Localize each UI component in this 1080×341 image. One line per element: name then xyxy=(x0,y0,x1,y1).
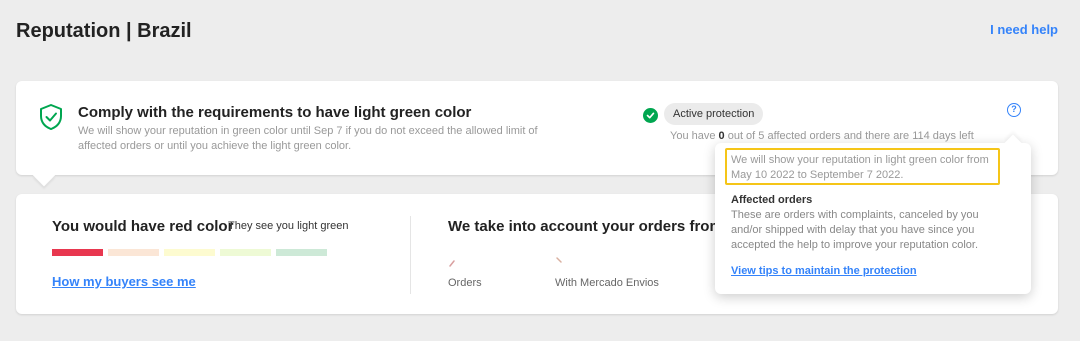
protection-status-badge: Active protection xyxy=(664,103,764,125)
affected-orders-summary: You have 0 out of 5 affected orders and … xyxy=(670,130,974,142)
buyers-view-link[interactable]: How my buyers see me xyxy=(52,274,196,289)
check-icon xyxy=(643,108,658,123)
protection-tooltip: We will show your reputation in light gr… xyxy=(715,134,1031,294)
help-link[interactable]: I need help xyxy=(990,22,1058,37)
shield-check-icon xyxy=(40,104,62,130)
thermometer-segment-green xyxy=(276,249,327,256)
orders-suffix: out of 5 affected orders and there are 1… xyxy=(724,130,974,142)
mercado-envios-stat-label: With Mercado Envios xyxy=(555,277,659,289)
thermometer-segment-light-green xyxy=(220,249,271,256)
reputation-color-title: You would have red color xyxy=(52,218,234,235)
orders-stat-label: Orders xyxy=(448,277,482,289)
tooltip-description: These are orders with complaints, cancel… xyxy=(731,209,979,251)
loading-spark-icon xyxy=(449,260,455,267)
buyer-view-subtitle: They see you light green xyxy=(228,220,349,232)
orders-period-title: We take into account your orders from th xyxy=(448,218,742,235)
loading-spark-icon xyxy=(556,257,562,263)
question-icon[interactable]: ? xyxy=(1007,103,1021,117)
reputation-thermometer xyxy=(52,249,327,256)
comply-description: We will show your reputation in green co… xyxy=(78,125,538,152)
tooltip-highlighted-period: We will show your reputation in light gr… xyxy=(725,148,1000,185)
page-title: Reputation | Brazil xyxy=(16,20,192,42)
maintain-protection-tips-link[interactable]: View tips to maintain the protection xyxy=(731,265,917,277)
thermometer-segment-red xyxy=(52,249,103,256)
card-notch xyxy=(32,163,56,187)
thermometer-segment-orange xyxy=(108,249,159,256)
orders-prefix: You have xyxy=(670,130,719,142)
tooltip-heading: Affected orders xyxy=(731,194,813,206)
comply-title: Comply with the requirements to have lig… xyxy=(78,104,472,121)
vertical-divider xyxy=(410,216,411,294)
thermometer-segment-yellow xyxy=(164,249,215,256)
